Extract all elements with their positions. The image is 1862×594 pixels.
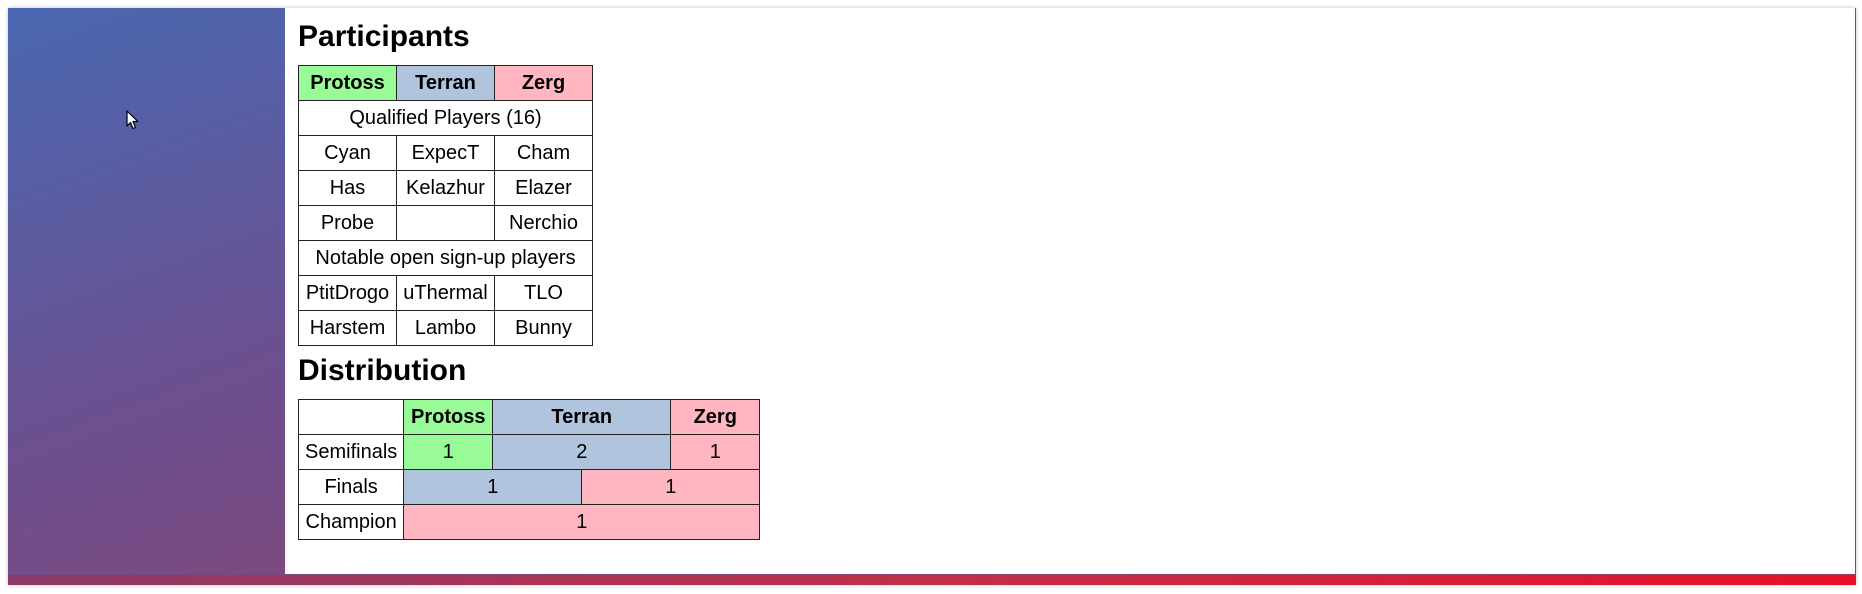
player-cell: Kelazhur [396,170,495,206]
table-row: Probe Nerchio [298,205,593,241]
player-cell [396,205,495,241]
qualified-label-row: Qualified Players (16) [298,100,593,136]
table-row: Harstem Lambo Bunny [298,310,593,346]
bottom-accent-bar [8,575,1856,585]
player-cell: PtitDrogo [298,275,397,311]
zerg-header: Zerg [494,65,593,101]
terran-header: Terran [396,65,495,101]
qualified-label: Qualified Players (16) [298,100,593,136]
zerg-count: 1 [403,504,761,540]
player-cell: Cyan [298,135,397,171]
empty-corner-cell [297,399,405,435]
stage-label: Semifinals [297,434,405,470]
player-cell: Cham [494,135,593,171]
finals-row: Finals 1 1 [297,469,761,505]
champion-row: Champion 1 [297,504,761,540]
participants-table: Protoss Terran Zerg Qualified Players (1… [298,65,593,346]
player-cell: Probe [298,205,397,241]
mouse-pointer-icon [126,110,140,135]
protoss-header: Protoss [298,65,397,101]
semifinals-row: Semifinals 1 2 1 [297,434,761,470]
table-row: Has Kelazhur Elazer [298,170,593,206]
player-cell: TLO [494,275,593,311]
player-cell: ExpecT [396,135,495,171]
table-row: Cyan ExpecT Cham [298,135,593,171]
player-cell: Elazer [494,170,593,206]
open-signup-label: Notable open sign-up players [298,240,593,276]
terran-count: 2 [492,434,672,470]
terran-header: Terran [492,399,672,435]
player-cell: Lambo [396,310,495,346]
main-content: Participants Protoss Terran Zerg Qualifi… [285,8,1855,574]
player-cell: Nerchio [494,205,593,241]
player-cell: Has [298,170,397,206]
stage-label: Champion [297,504,405,540]
player-cell: uThermal [396,275,495,311]
race-header-row: Protoss Terran Zerg [297,399,761,435]
table-row: PtitDrogo uThermal TLO [298,275,593,311]
protoss-header: Protoss [403,399,494,435]
distribution-table: Protoss Terran Zerg Semifinals 1 2 1 Fin… [297,399,761,540]
player-cell: Harstem [298,310,397,346]
protoss-count: 1 [403,434,494,470]
player-cell: Bunny [494,310,593,346]
zerg-count: 1 [670,434,761,470]
distribution-heading: Distribution [298,354,467,387]
open-label-row: Notable open sign-up players [298,240,593,276]
stage-label: Finals [297,469,405,505]
participants-heading: Participants [298,20,470,53]
zerg-header: Zerg [670,399,761,435]
page-frame: Participants Protoss Terran Zerg Qualifi… [8,8,1856,585]
terran-count: 1 [403,469,583,505]
zerg-count: 1 [581,469,761,505]
race-header-row: Protoss Terran Zerg [298,65,593,101]
